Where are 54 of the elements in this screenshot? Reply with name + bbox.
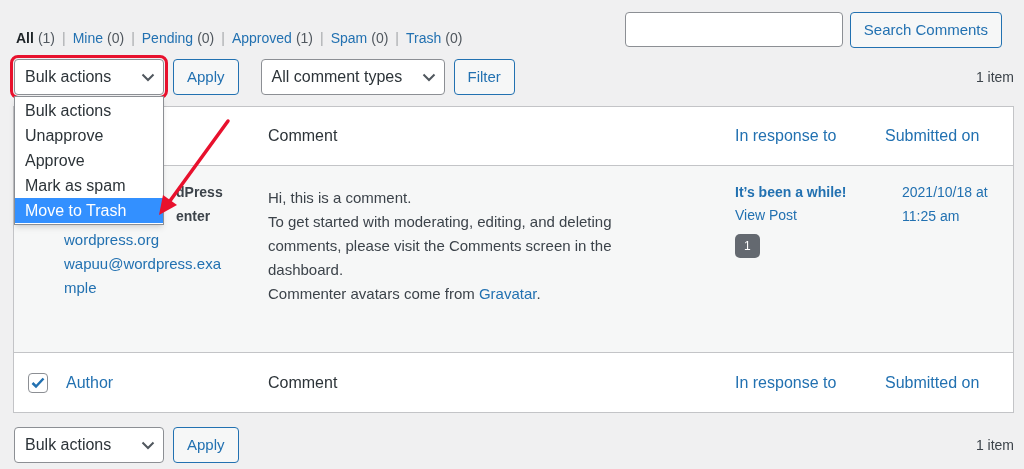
column-header[interactable]: Submitted on [885,370,1013,395]
menu-item[interactable]: Mark as spam [15,173,163,198]
filter-link[interactable]: Trash [406,28,442,49]
filter-link[interactable]: Approved [231,28,292,49]
column-header[interactable]: Submitted on [885,124,1013,148]
comment-text: To get started with moderating, editing, and deleting comments, please visit the Comments screen in the dashboard. [268,212,613,280]
separator: | [221,29,225,48]
column-header[interactable]: Author [64,370,268,395]
filter-count: (1) [37,29,55,48]
filter-count: (1) [295,29,313,48]
column-header: Comment [268,372,339,393]
comment-type-select[interactable]: All comment types [260,59,445,95]
search-field[interactable] [624,12,843,47]
post-link[interactable]: It’s been a while! [735,180,847,204]
filter-count: (0) [107,29,125,48]
separator: | [320,29,324,48]
separator: | [395,29,399,48]
column-header: Comment [268,126,339,146]
bulk-actions-select[interactable]: Bulk actions [14,427,164,463]
author-link[interactable]: wordpress.org [64,228,222,252]
filter-link[interactable]: Mine [72,28,103,49]
author-name: enter [176,207,211,226]
apply-button[interactable]: Apply [173,427,239,463]
checkbox[interactable] [28,372,48,393]
filter-count: (0) [197,29,215,48]
gravatar-link[interactable]: Gravatar [478,285,537,302]
filter-link[interactable]: All [16,28,34,49]
author-link[interactable]: wapuu@wordpress.example [64,252,222,300]
chevron-icon [141,440,155,450]
view-post-link[interactable]: View Post [735,204,797,226]
menu-item[interactable]: Move to Trash [15,198,163,223]
column-header[interactable]: In response to [735,370,885,395]
chevron-icon [141,72,155,82]
filter-count: (0) [371,29,389,48]
menu-item[interactable]: Bulk actions [15,98,163,123]
filter-count: (0) [445,29,463,48]
menu-item[interactable]: Unapprove [15,123,163,148]
item-count: 1 item [975,435,1014,455]
comment-count-badge[interactable]: 1 [735,234,760,258]
filter-link[interactable]: Pending [141,28,194,49]
filter-link[interactable]: Spam [330,28,368,49]
comment-text: Hi, this is a comment. [268,188,413,208]
chevron-icon [421,72,436,82]
separator: | [62,29,66,48]
menu-item[interactable]: Approve [15,148,163,173]
filter-button[interactable]: Filter [453,59,515,95]
comment-text: Commenter avatars come from Gravatar. [268,284,542,304]
item-count: 1 item [975,67,1014,87]
column-header[interactable]: In response to [735,124,885,148]
submitted-date: 2021/10/18 at 11:25 am [901,183,989,226]
author-name: dPress [176,183,223,202]
separator: | [131,29,135,48]
apply-button[interactable]: Apply [173,59,239,95]
search-button[interactable]: Search Comments [849,12,1002,48]
